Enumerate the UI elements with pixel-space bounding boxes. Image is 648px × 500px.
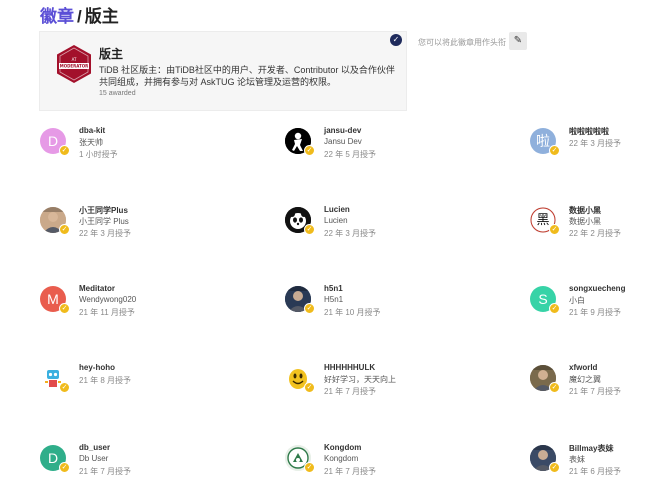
user-username-link[interactable]: h5n1 xyxy=(324,284,343,293)
user-card-5[interactable]: ✓ Lucien Lucien 22 年 3 月授予 xyxy=(285,205,445,247)
moderator-mini-badge-icon: ✓ xyxy=(59,224,70,235)
user-granted-date: 21 年 11 月授予 xyxy=(79,308,135,317)
moderator-mini-badge-icon: ✓ xyxy=(304,224,315,235)
user-card-7[interactable]: M ✓ Meditator Wendywong020 21 年 11 月授予 xyxy=(40,284,200,326)
user-display-name: 魔幻之翼 xyxy=(569,375,601,384)
user-display-name: Jansu Dev xyxy=(324,137,362,146)
user-card-4[interactable]: ✓ 小王同学Plus 小王同学 Plus 22 年 3 月授予 xyxy=(40,205,200,247)
user-granted-date: 21 年 7 月授予 xyxy=(324,387,377,396)
user-granted-date: 22 年 2 月授予 xyxy=(569,229,622,238)
user-card-10[interactable]: ✓ hey-hoho 21 年 8 月授予 xyxy=(40,363,200,405)
user-display-name: Lucien xyxy=(324,216,348,225)
user-card-14[interactable]: ✓ Kongdom Kongdom 21 年 7 月授予 xyxy=(285,443,445,485)
user-display-name: 小王同学 Plus xyxy=(79,217,129,226)
user-display-name: 好好学习，天天向上 xyxy=(324,375,396,384)
user-granted-date: 21 年 7 月授予 xyxy=(569,387,622,396)
moderator-mini-badge-icon: ✓ xyxy=(304,462,315,473)
moderator-mini-badge-icon: ✓ xyxy=(549,382,560,393)
moderator-mini-badge-icon: ✓ xyxy=(304,303,315,314)
user-display-name: Kongdom xyxy=(324,454,359,463)
user-username-link[interactable]: songxuecheng xyxy=(569,284,625,293)
user-username-link[interactable]: 数据小黑 xyxy=(569,205,601,216)
user-card-2[interactable]: ✓ jansu-dev Jansu Dev 22 年 5 月授予 xyxy=(285,126,445,168)
user-username-link[interactable]: jansu-dev xyxy=(324,126,361,135)
user-card-8[interactable]: ✓ h5n1 H5n1 21 年 10 月授予 xyxy=(285,284,445,326)
moderator-mini-badge-icon: ✓ xyxy=(59,462,70,473)
moderator-mini-badge-icon: ✓ xyxy=(59,382,70,393)
user-card-1[interactable]: D ✓ dba-kit 张天帅 1 小时授予 xyxy=(40,126,200,168)
user-granted-date: 21 年 9 月授予 xyxy=(569,308,622,317)
moderator-mini-badge-icon: ✓ xyxy=(549,145,560,156)
user-granted-date: 22 年 5 月授予 xyxy=(324,150,377,159)
user-granted-date: 21 年 7 月授予 xyxy=(324,467,377,476)
user-card-13[interactable]: D ✓ db_user Db User 21 年 7 月授予 xyxy=(40,443,200,485)
user-username-link[interactable]: Lucien xyxy=(324,205,350,214)
moderator-mini-badge-icon: ✓ xyxy=(59,303,70,314)
user-username-link[interactable]: 小王同学Plus xyxy=(79,205,128,216)
moderator-mini-badge-icon: ✓ xyxy=(304,145,315,156)
user-username-link[interactable]: xfworld xyxy=(569,363,597,372)
user-card-6[interactable]: 黑 ✓ 数据小黑 数据小黑 22 年 2 月授予 xyxy=(530,205,648,247)
user-card-15[interactable]: ✓ Billmay表妹 表妹 21 年 6 月授予 xyxy=(530,443,648,485)
user-granted-date: 21 年 7 月授予 xyxy=(79,467,132,476)
user-username-link[interactable]: Billmay表妹 xyxy=(569,443,613,454)
user-display-name: Wendywong020 xyxy=(79,295,137,304)
user-card-9[interactable]: S ✓ songxuecheng 小白 21 年 9 月授予 xyxy=(530,284,648,326)
user-display-name: 数据小黑 xyxy=(569,217,601,226)
user-display-name: 张天帅 xyxy=(79,138,103,147)
user-username-link[interactable]: 啦啦啦啦啦 xyxy=(569,126,609,137)
user-display-name: H5n1 xyxy=(324,295,344,304)
user-granted-date: 22 年 3 月授予 xyxy=(569,139,622,148)
user-display-name: 小白 xyxy=(569,296,585,305)
user-card-12[interactable]: ✓ xfworld 魔幻之翼 21 年 7 月授予 xyxy=(530,363,648,405)
user-username-link[interactable]: dba-kit xyxy=(79,126,105,135)
user-granted-date: 22 年 3 月授予 xyxy=(79,229,132,238)
moderator-mini-badge-icon: ✓ xyxy=(304,382,315,393)
moderator-mini-badge-icon: ✓ xyxy=(59,145,70,156)
user-username-link[interactable]: db_user xyxy=(79,443,110,452)
user-granted-date: 22 年 3 月授予 xyxy=(324,229,377,238)
moderator-mini-badge-icon: ✓ xyxy=(549,462,560,473)
user-display-name: Db User xyxy=(79,454,109,463)
user-username-link[interactable]: hey-hoho xyxy=(79,363,115,372)
user-display-name: 表妹 xyxy=(569,455,585,464)
user-granted-date: 1 小时授予 xyxy=(79,150,118,159)
user-card-3[interactable]: 啦 ✓ 啦啦啦啦啦 22 年 3 月授予 xyxy=(530,126,648,168)
user-card-11[interactable]: ✓ HHHHHHULK 好好学习，天天向上 21 年 7 月授予 xyxy=(285,363,445,405)
user-username-link[interactable]: Meditator xyxy=(79,284,115,293)
moderator-mini-badge-icon: ✓ xyxy=(549,303,560,314)
user-granted-date: 21 年 10 月授予 xyxy=(324,308,381,317)
user-username-link[interactable]: HHHHHHULK xyxy=(324,363,375,372)
user-granted-date: 21 年 8 月授予 xyxy=(79,376,132,385)
user-username-link[interactable]: Kongdom xyxy=(324,443,361,452)
moderator-mini-badge-icon: ✓ xyxy=(549,224,560,235)
user-granted-date: 21 年 6 月授予 xyxy=(569,467,622,476)
awarded-users-grid: D ✓ dba-kit 张天帅 1 小时授予 ✓ jansu-dev Jansu Dev 22 … xyxy=(0,0,648,500)
